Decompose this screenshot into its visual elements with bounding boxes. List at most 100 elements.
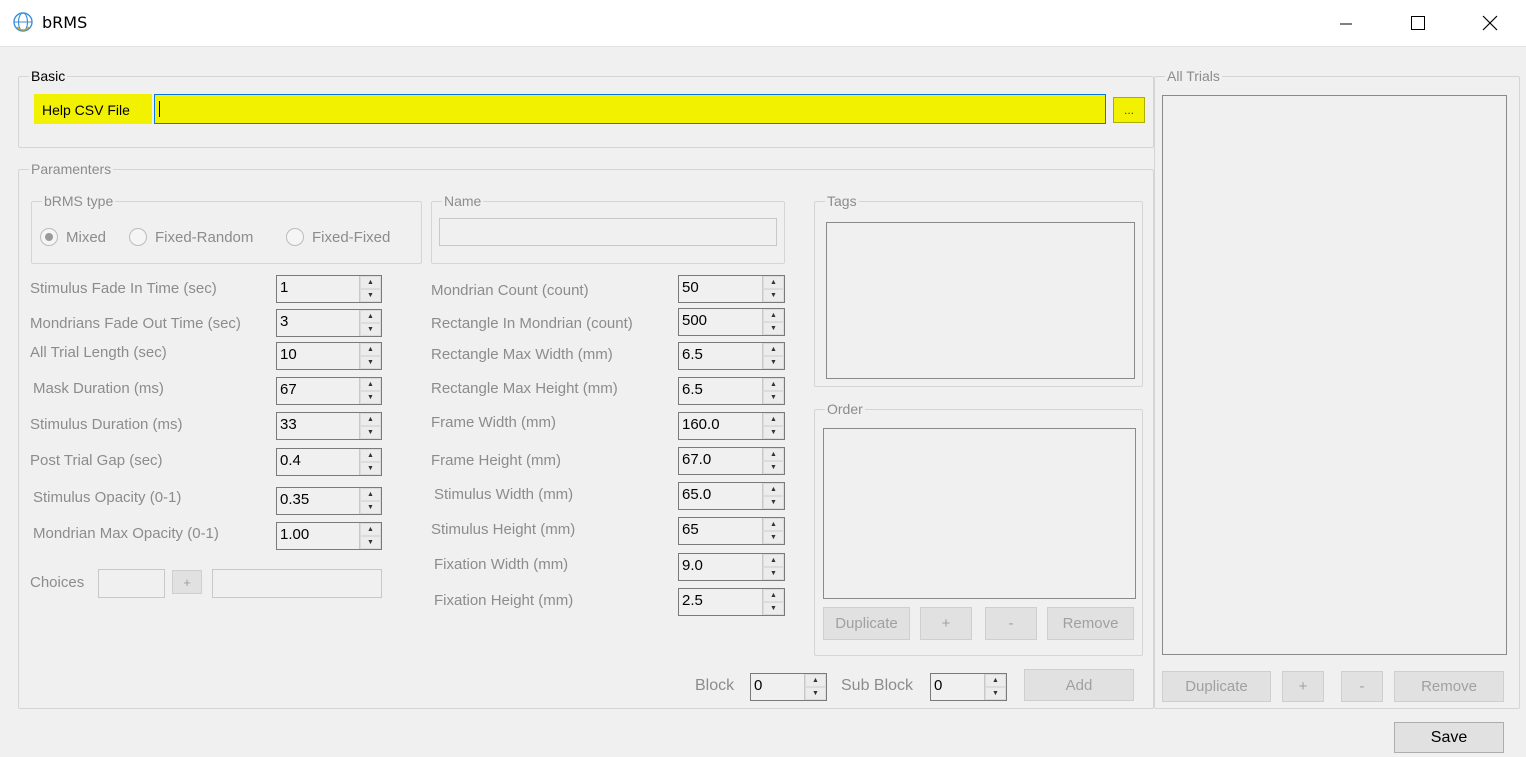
- minimize-button[interactable]: [1310, 0, 1382, 46]
- spin-down-icon: ▼: [360, 323, 381, 336]
- spin-down-icon: ▼: [360, 356, 381, 369]
- trials-minus-button[interactable]: -: [1341, 671, 1383, 702]
- rectangle-in-mondrian-input[interactable]: 500 ▲ ▼: [678, 308, 785, 336]
- frame-width-input[interactable]: 160.0 ▲ ▼: [678, 412, 785, 440]
- spin-down-icon: ▼: [763, 289, 784, 302]
- spin-up-icon: ▲: [360, 449, 381, 462]
- spinner[interactable]: ▲ ▼: [762, 518, 784, 544]
- spinner[interactable]: ▲ ▼: [762, 589, 784, 615]
- field-label: Frame Width (mm): [431, 414, 556, 431]
- spinner[interactable]: ▲ ▼: [762, 309, 784, 335]
- spinner[interactable]: ▲ ▼: [359, 276, 381, 302]
- choices-list-input[interactable]: [212, 569, 382, 598]
- basic-group-title: Basic: [29, 68, 68, 84]
- radio-mixed[interactable]: Mixed: [40, 228, 106, 246]
- rectangle-max-width-input[interactable]: 6.5 ▲ ▼: [678, 342, 785, 370]
- spin-up-icon: ▲: [360, 378, 381, 391]
- mondrian-count-input[interactable]: 50 ▲ ▼: [678, 275, 785, 303]
- spinner[interactable]: ▲ ▼: [762, 413, 784, 439]
- radio-mixed-label: Mixed: [66, 228, 107, 246]
- spin-down-icon: ▼: [763, 461, 784, 474]
- spinner[interactable]: ▲ ▼: [359, 413, 381, 439]
- all-trial-length-input[interactable]: 10 ▲ ▼: [276, 342, 382, 370]
- frame-height-input[interactable]: 67.0 ▲ ▼: [678, 447, 785, 475]
- add-button[interactable]: Add: [1024, 669, 1134, 701]
- parameters-group-title: Paramenters: [29, 161, 114, 177]
- order-plus-button[interactable]: +: [920, 607, 972, 640]
- name-input[interactable]: [439, 218, 777, 246]
- spinner[interactable]: ▲ ▼: [762, 483, 784, 509]
- spinner[interactable]: ▲ ▼: [804, 674, 826, 700]
- field-label: Rectangle In Mondrian (count): [431, 315, 633, 332]
- close-button[interactable]: [1454, 0, 1526, 46]
- choices-input[interactable]: [98, 569, 165, 598]
- stimulus-width-input[interactable]: 65.0 ▲ ▼: [678, 482, 785, 510]
- order-remove-button[interactable]: Remove: [1047, 607, 1134, 640]
- spin-up-icon: ▲: [360, 488, 381, 501]
- trials-plus-button[interactable]: +: [1282, 671, 1324, 702]
- radio-fixed-fixed-label: Fixed-Fixed: [312, 228, 391, 246]
- spinner[interactable]: ▲ ▼: [359, 449, 381, 475]
- field-label: All Trial Length (sec): [30, 344, 167, 361]
- fixation-height-input[interactable]: 2.5 ▲ ▼: [678, 588, 785, 616]
- tags-list[interactable]: [826, 222, 1135, 379]
- radio-fixed-random[interactable]: Fixed-Random: [129, 228, 253, 246]
- spinner[interactable]: ▲ ▼: [359, 488, 381, 514]
- rectangle-max-height-input[interactable]: 6.5 ▲ ▼: [678, 377, 785, 405]
- radio-mixed-circle: [40, 228, 58, 246]
- order-minus-button[interactable]: -: [985, 607, 1037, 640]
- spin-down-icon: ▼: [763, 567, 784, 580]
- block-input[interactable]: 0 ▲ ▼: [750, 673, 827, 701]
- help-csv-input[interactable]: [154, 94, 1106, 124]
- spin-up-icon: ▲: [763, 554, 784, 567]
- stimulus-fade-in-input[interactable]: 1 ▲ ▼: [276, 275, 382, 303]
- stimulus-duration-input[interactable]: 33 ▲ ▼: [276, 412, 382, 440]
- stimulus-opacity-input[interactable]: 0.35 ▲ ▼: [276, 487, 382, 515]
- choices-label: Choices: [30, 574, 85, 591]
- stimulus-height-input[interactable]: 65 ▲ ▼: [678, 517, 785, 545]
- spin-up-icon: ▲: [763, 589, 784, 602]
- spin-up-icon: ▲: [763, 448, 784, 461]
- spin-down-icon: ▼: [985, 687, 1006, 700]
- sub-block-input[interactable]: 0 ▲ ▼: [930, 673, 1007, 701]
- spinner[interactable]: ▲ ▼: [762, 554, 784, 580]
- spinner[interactable]: ▲ ▼: [762, 276, 784, 302]
- spinner[interactable]: ▲ ▼: [359, 343, 381, 369]
- spinner[interactable]: ▲ ▼: [762, 343, 784, 369]
- sub-block-label: Sub Block: [841, 677, 914, 694]
- trials-remove-button[interactable]: Remove: [1394, 671, 1504, 702]
- spinner[interactable]: ▲ ▼: [762, 448, 784, 474]
- field-label: Stimulus Duration (ms): [30, 416, 183, 433]
- order-list[interactable]: [823, 428, 1136, 599]
- post-trial-gap-input[interactable]: 0.4 ▲ ▼: [276, 448, 382, 476]
- spin-down-icon: ▼: [360, 536, 381, 549]
- fixation-width-input[interactable]: 9.0 ▲ ▼: [678, 553, 785, 581]
- spinner[interactable]: ▲ ▼: [984, 674, 1006, 700]
- mondrians-fade-out-input[interactable]: 3 ▲ ▼: [276, 309, 382, 337]
- spinner[interactable]: ▲ ▼: [359, 523, 381, 549]
- close-icon: [1482, 15, 1498, 31]
- browse-button[interactable]: ...: [1113, 97, 1145, 123]
- order-duplicate-button[interactable]: Duplicate: [823, 607, 910, 640]
- radio-fixed-fixed[interactable]: Fixed-Fixed: [286, 228, 390, 246]
- minimize-icon: [1340, 23, 1352, 25]
- mask-duration-input[interactable]: 67 ▲ ▼: [276, 377, 382, 405]
- choices-add-button[interactable]: +: [172, 570, 202, 594]
- spin-down-icon: ▼: [360, 391, 381, 404]
- spinner[interactable]: ▲ ▼: [359, 378, 381, 404]
- spin-down-icon: ▼: [805, 687, 826, 700]
- save-button[interactable]: Save: [1394, 722, 1504, 753]
- maximize-button[interactable]: [1382, 0, 1454, 46]
- trials-duplicate-button[interactable]: Duplicate: [1162, 671, 1271, 702]
- tags-group-title: Tags: [825, 193, 859, 209]
- all-trials-list[interactable]: [1162, 95, 1507, 655]
- spinner[interactable]: ▲ ▼: [762, 378, 784, 404]
- field-label: Mondrian Count (count): [431, 282, 589, 299]
- block-label: Block: [695, 677, 735, 694]
- field-label: Mondrian Max Opacity (0-1): [33, 525, 219, 542]
- field-label: Mondrians Fade Out Time (sec): [30, 315, 241, 332]
- field-label: Stimulus Opacity (0-1): [33, 489, 182, 506]
- mondrian-max-opacity-input[interactable]: 1.00 ▲ ▼: [276, 522, 382, 550]
- spinner[interactable]: ▲ ▼: [359, 310, 381, 336]
- spin-up-icon: ▲: [763, 483, 784, 496]
